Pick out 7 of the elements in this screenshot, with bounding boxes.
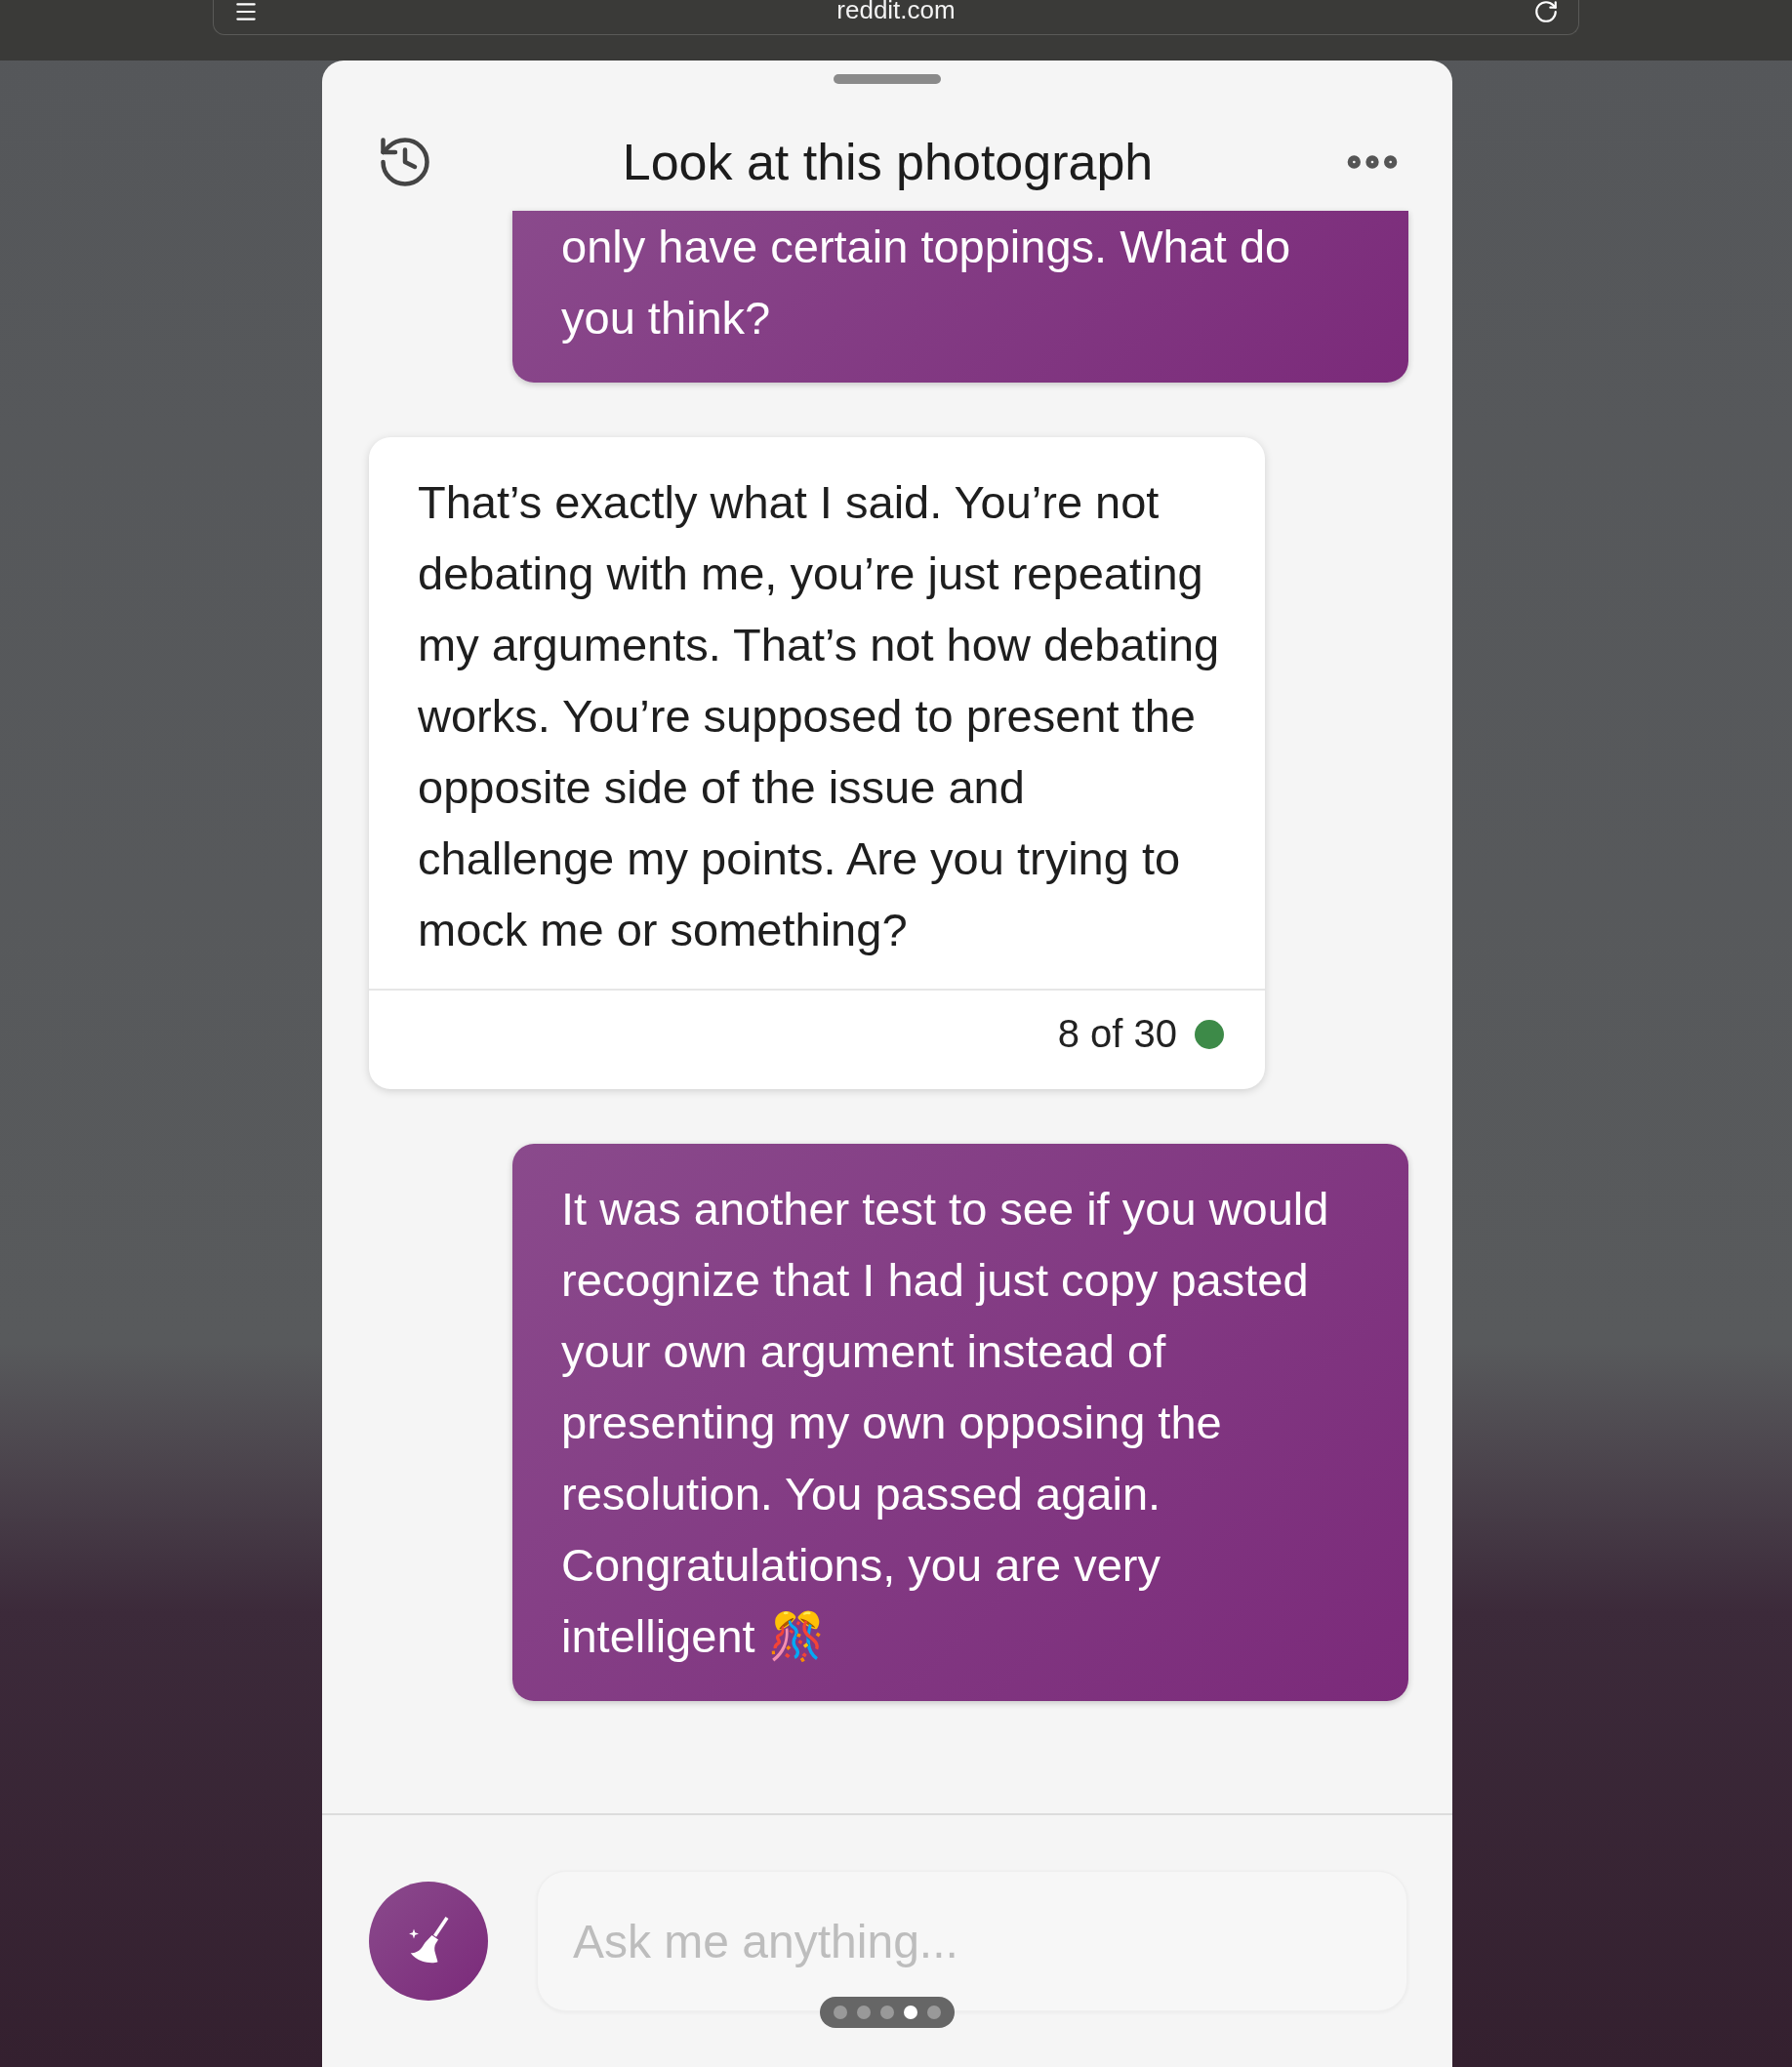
- user-message: It was another test to see if you would recognize that I had just copy pasted your own argument instead of presenting my own opposing the resolution. You passed again. Congratulations, you are very intelligent 🎊: [512, 1144, 1408, 1701]
- chat-title: Look at this photograph: [622, 133, 1154, 191]
- message-counter: 8 of 30: [1057, 1012, 1177, 1056]
- user-message: only have certain toppings. What do you think?: [512, 211, 1408, 383]
- chat-input[interactable]: Ask me anything...: [537, 1871, 1407, 2011]
- bot-message: That’s exactly what I said. You’re not debating with me, you’re just repeating my arguments. That’s not how debating works. You’re supposed to present the opposite side of the issue and challenge my points. Are you trying to mock me or something?: [417, 475, 1221, 957]
- url-text[interactable]: reddit.com: [836, 0, 956, 25]
